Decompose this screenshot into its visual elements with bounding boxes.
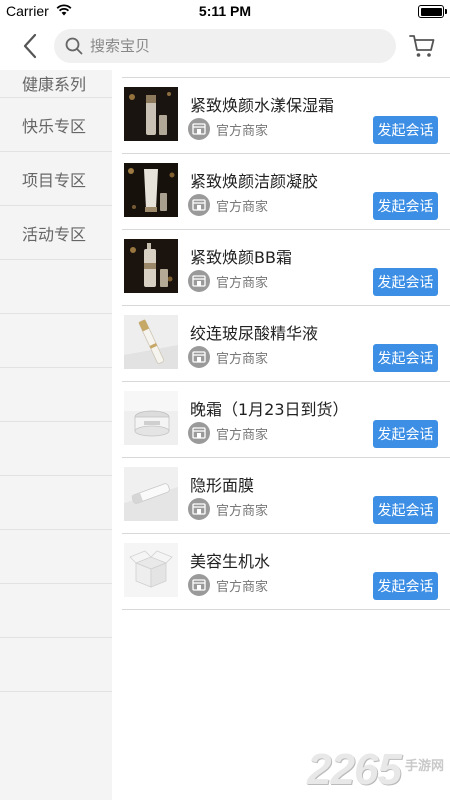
product-image bbox=[124, 239, 178, 293]
cart-icon bbox=[409, 35, 435, 57]
product-image bbox=[124, 543, 178, 597]
store-icon bbox=[188, 574, 210, 596]
start-chat-button[interactable]: 发起会话 bbox=[373, 192, 438, 220]
merchant-tag: 官方商家 bbox=[188, 498, 268, 520]
product-name: 绞连玻尿酸精华液 bbox=[190, 324, 319, 343]
merchant-label: 官方商家 bbox=[216, 275, 269, 291]
product-row[interactable]: 晚霜（1月23日到货） 官方商家 发起会话 bbox=[122, 382, 450, 458]
sidebar-item-happy[interactable]: 快乐专区 bbox=[0, 98, 112, 152]
product-name: 紧致焕颜BB霜 bbox=[190, 248, 292, 267]
sidebar-empty-row bbox=[0, 314, 112, 368]
merchant-tag: 官方商家 bbox=[188, 194, 268, 216]
product-image bbox=[124, 467, 178, 521]
battery-icon bbox=[418, 5, 447, 18]
merchant-tag: 官方商家 bbox=[188, 422, 268, 444]
merchant-label: 官方商家 bbox=[216, 123, 269, 139]
sidebar-item-projects[interactable]: 项目专区 bbox=[0, 152, 112, 206]
product-list: 紧致焕颜水漾保湿霜 官方商家 发起会话 紧致焕颜洁颜凝胶 官方商家 发起会话 紧… bbox=[122, 70, 450, 610]
category-sidebar: 健康系列 快乐专区 项目专区 活动专区 bbox=[0, 70, 112, 800]
store-icon bbox=[188, 270, 210, 292]
merchant-tag: 官方商家 bbox=[188, 270, 268, 292]
product-row[interactable]: 隐形面膜 官方商家 发起会话 bbox=[122, 458, 450, 534]
back-button[interactable] bbox=[14, 30, 46, 62]
store-icon bbox=[188, 194, 210, 216]
merchant-tag: 官方商家 bbox=[188, 346, 268, 368]
clock: 5:11 PM bbox=[198, 3, 252, 19]
product-row[interactable]: 紧致焕颜洁颜凝胶 官方商家 发起会话 bbox=[122, 154, 450, 230]
product-image bbox=[124, 391, 178, 445]
product-row[interactable]: 紧致焕颜BB霜 官方商家 发起会话 bbox=[122, 230, 450, 306]
watermark-sub: 手游网 bbox=[404, 758, 444, 773]
start-chat-button[interactable]: 发起会话 bbox=[373, 572, 438, 600]
merchant-label: 官方商家 bbox=[216, 579, 269, 595]
status-bar: Carrier 5:11 PM bbox=[0, 0, 450, 24]
sidebar-empty-row bbox=[0, 584, 112, 638]
start-chat-button[interactable]: 发起会话 bbox=[373, 496, 438, 524]
start-chat-button[interactable]: 发起会话 bbox=[373, 268, 438, 296]
store-icon bbox=[188, 118, 210, 140]
search-input[interactable] bbox=[90, 37, 380, 55]
sidebar-empty-row bbox=[0, 422, 112, 476]
merchant-label: 官方商家 bbox=[216, 427, 269, 443]
product-image bbox=[124, 315, 178, 369]
sidebar-empty-row bbox=[0, 476, 112, 530]
product-name: 美容生机水 bbox=[190, 552, 271, 571]
cart-button[interactable] bbox=[408, 32, 436, 60]
product-row[interactable]: 绞连玻尿酸精华液 官方商家 发起会话 bbox=[122, 306, 450, 382]
store-icon bbox=[188, 498, 210, 520]
search-box[interactable] bbox=[54, 29, 396, 63]
start-chat-button[interactable]: 发起会话 bbox=[373, 116, 438, 144]
merchant-tag: 官方商家 bbox=[188, 574, 268, 596]
chevron-left-icon bbox=[23, 33, 37, 59]
search-icon bbox=[65, 37, 83, 55]
list-divider bbox=[122, 70, 450, 78]
product-name: 紧致焕颜水漾保湿霜 bbox=[190, 96, 335, 115]
merchant-tag: 官方商家 bbox=[188, 118, 268, 140]
product-row[interactable]: 美容生机水 官方商家 发起会话 bbox=[122, 534, 450, 610]
product-name: 晚霜（1月23日到货） bbox=[190, 400, 349, 419]
product-image bbox=[124, 87, 178, 141]
site-watermark: 2265 手游网 bbox=[307, 748, 444, 792]
start-chat-button[interactable]: 发起会话 bbox=[373, 420, 438, 448]
merchant-label: 官方商家 bbox=[216, 503, 269, 519]
sidebar-item-events[interactable]: 活动专区 bbox=[0, 206, 112, 260]
merchant-label: 官方商家 bbox=[216, 351, 269, 367]
product-name: 紧致焕颜洁颜凝胶 bbox=[190, 172, 319, 191]
product-row[interactable]: 紧致焕颜水漾保湿霜 官方商家 发起会话 bbox=[122, 78, 450, 154]
store-icon bbox=[188, 422, 210, 444]
product-name: 隐形面膜 bbox=[190, 476, 255, 495]
sidebar-empty-row bbox=[0, 530, 112, 584]
store-icon bbox=[188, 346, 210, 368]
product-image bbox=[124, 163, 178, 217]
sidebar-empty-row bbox=[0, 368, 112, 422]
watermark-digits: 2265 bbox=[307, 745, 402, 794]
nav-bar bbox=[0, 24, 450, 70]
merchant-label: 官方商家 bbox=[216, 199, 269, 215]
sidebar-empty-row bbox=[0, 260, 112, 314]
start-chat-button[interactable]: 发起会话 bbox=[373, 344, 438, 372]
sidebar-item-health[interactable]: 健康系列 bbox=[0, 70, 112, 98]
sidebar-empty-row bbox=[0, 638, 112, 692]
